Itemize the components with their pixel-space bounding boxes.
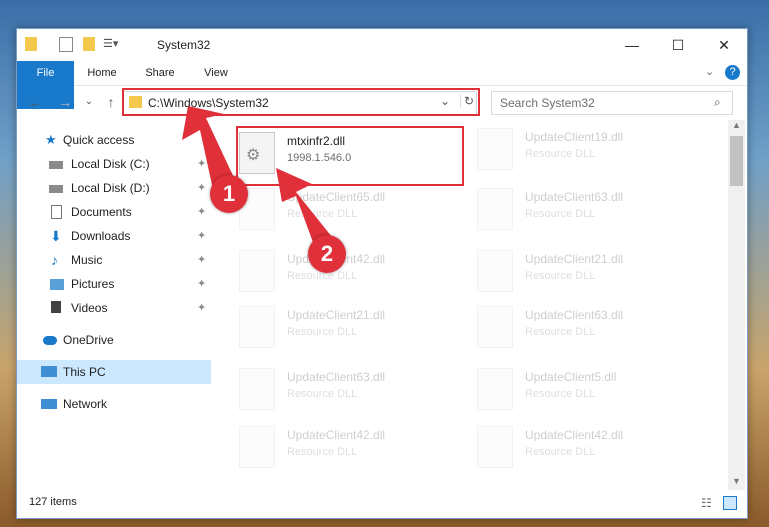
step-badge-1: 1 [210, 175, 248, 213]
annotation-arrows [182, 106, 336, 256]
step-badge-2: 2 [308, 235, 346, 273]
